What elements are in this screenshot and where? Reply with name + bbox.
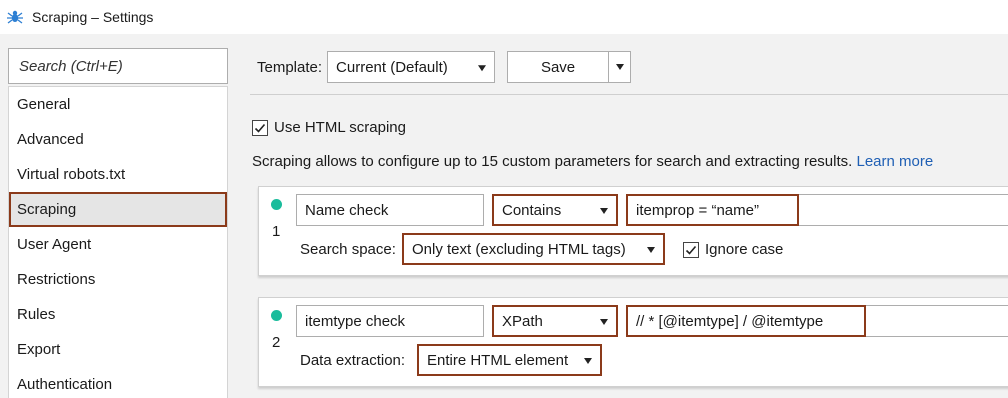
sidebar-item-export[interactable]: Export [9,332,227,367]
sidebar: Search (Ctrl+E) General Advanced Virtual… [8,48,228,398]
rule-card: 2 itemtype check XPath // * [@itemtype] … [258,297,1008,387]
rule-mode-select[interactable]: Contains [492,194,618,226]
sidebar-item-authentication[interactable]: Authentication [9,367,227,398]
rule-card: 1 Name check Contains itemprop = “name” … [258,186,1008,276]
data-extraction-label: Data extraction: [300,352,406,369]
use-html-scraping-label: Use HTML scraping [274,119,406,136]
data-extraction-value: Entire HTML element [427,351,569,369]
status-dot-icon [271,310,282,321]
chevron-down-icon [600,208,608,214]
sidebar-item-general[interactable]: General [9,87,227,122]
status-dot-icon [271,199,282,210]
use-html-scraping-row: Use HTML scraping [252,119,406,136]
description-text: Scraping allows to configure up to 15 cu… [252,153,853,170]
rule-expression-input[interactable]: itemprop = “name” [626,194,799,226]
rule-mode-select[interactable]: XPath [492,305,618,337]
chevron-down-icon [584,358,592,364]
use-html-scraping-checkbox[interactable] [252,119,268,136]
search-input[interactable]: Search (Ctrl+E) [8,48,228,84]
sidebar-item-virtual-robots[interactable]: Virtual robots.txt [9,157,227,192]
search-space-value: Only text (excluding HTML tags) [412,240,626,258]
rule-number: 2 [272,334,281,351]
chevron-down-icon [616,64,625,70]
checkmark-icon [685,245,697,255]
template-label: Template: [257,58,323,76]
save-split-button: Save [507,51,632,83]
rule-mode-value: XPath [502,312,543,330]
template-select[interactable]: Current (Default) [327,51,496,83]
rule-expression-input[interactable]: // * [@itemtype] / @itemtype [626,305,866,337]
sidebar-item-user-agent[interactable]: User Agent [9,227,227,262]
ignore-case-row: Ignore case [683,241,783,258]
save-dropdown-button[interactable] [609,51,632,83]
sidebar-nav: General Advanced Virtual robots.txt Scra… [8,86,228,398]
chevron-down-icon [478,65,487,72]
title-bar: Scraping – Settings [0,0,1008,34]
rule-mode-value: Contains [502,201,562,219]
template-select-value: Current (Default) [336,58,448,76]
ignore-case-label: Ignore case [705,241,784,258]
rule-number: 1 [272,223,281,240]
sidebar-item-rules[interactable]: Rules [9,297,227,332]
checkmark-icon [254,123,266,133]
search-space-select[interactable]: Only text (excluding HTML tags) [402,233,665,265]
rule-name-input[interactable]: Name check [296,194,484,226]
ignore-case-checkbox[interactable] [683,241,699,258]
window-title: Scraping – Settings [32,9,154,25]
main-panel: Template: Current (Default) Save Use HTM… [240,48,1008,398]
search-space-label: Search space: [300,241,396,258]
sidebar-item-restrictions[interactable]: Restrictions [9,262,227,297]
save-button[interactable]: Save [507,51,610,83]
divider [250,94,1008,95]
rule-name-input[interactable]: itemtype check [296,305,484,337]
template-toolbar: Template: Current (Default) Save [257,51,632,83]
spider-icon [7,10,23,24]
scraping-description: Scraping allows to configure up to 15 cu… [252,153,933,170]
chevron-down-icon [600,319,608,325]
chevron-down-icon [647,247,655,253]
learn-more-link[interactable]: Learn more [856,153,933,170]
data-extraction-select[interactable]: Entire HTML element [417,344,602,376]
sidebar-item-advanced[interactable]: Advanced [9,122,227,157]
sidebar-item-scraping[interactable]: Scraping [9,192,227,227]
